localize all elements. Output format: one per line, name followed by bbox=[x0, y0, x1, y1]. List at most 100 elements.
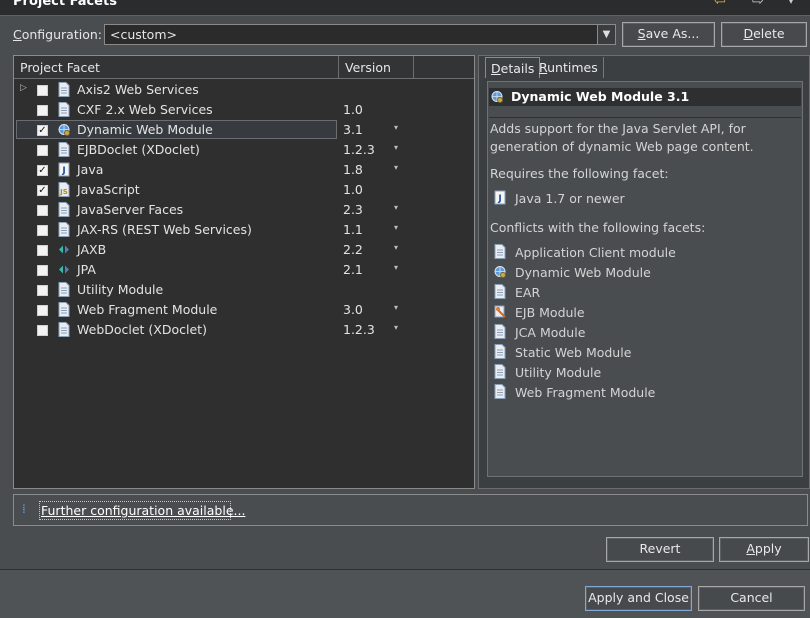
facet-version[interactable]: 2.1 bbox=[343, 262, 363, 277]
page-icon bbox=[58, 202, 70, 217]
facet-name: CXF 2.x Web Services bbox=[77, 102, 213, 117]
column-header-version[interactable]: Version bbox=[339, 56, 414, 79]
table-row[interactable]: JAXB 2.2 ▾ bbox=[14, 240, 474, 260]
detail-item-label: JCA Module bbox=[515, 325, 586, 340]
tab-details[interactable]: Details bbox=[485, 57, 541, 78]
facet-version[interactable]: 1.2.3 bbox=[343, 322, 375, 337]
divider bbox=[489, 117, 801, 118]
detail-item-label: Utility Module bbox=[515, 365, 602, 380]
facet-checkbox[interactable] bbox=[37, 285, 48, 296]
facet-checkbox[interactable] bbox=[37, 105, 48, 116]
facet-version[interactable]: 1.0 bbox=[343, 102, 363, 117]
facet-version[interactable]: 2.3 bbox=[343, 202, 363, 217]
configuration-label: Configuration: bbox=[13, 27, 102, 42]
details-heading: Dynamic Web Module 3.1 bbox=[489, 88, 801, 106]
facet-checkbox[interactable] bbox=[37, 225, 48, 236]
page-icon bbox=[58, 322, 70, 337]
description-line: Adds support for the Java Servlet API, f… bbox=[490, 121, 746, 136]
table-row[interactable]: ✓ JS JavaScript 1.0 bbox=[14, 180, 474, 200]
apply-and-close-button[interactable]: Apply and Close bbox=[585, 586, 692, 611]
table-row[interactable]: WebDoclet (XDoclet) 1.2.3 ▾ bbox=[14, 320, 474, 340]
facet-checkbox[interactable] bbox=[37, 145, 48, 156]
table-row[interactable]: ▷ Axis2 Web Services bbox=[14, 80, 474, 100]
page-icon bbox=[494, 364, 506, 379]
facet-checkbox[interactable] bbox=[37, 325, 48, 336]
ejb-icon bbox=[494, 305, 506, 318]
detail-item-label: EJB Module bbox=[515, 305, 585, 320]
version-dropdown-icon[interactable]: ▾ bbox=[394, 243, 398, 252]
facet-version[interactable]: 1.2.3 bbox=[343, 142, 375, 157]
configuration-value: <custom> bbox=[110, 27, 177, 42]
tab-runtimes[interactable]: Runtimes bbox=[534, 57, 604, 78]
facet-version[interactable]: 3.0 bbox=[343, 302, 363, 317]
column-header-facet[interactable]: Project Facet bbox=[14, 56, 339, 79]
facet-checkbox[interactable]: ✓ bbox=[37, 165, 48, 176]
facet-checkbox[interactable] bbox=[37, 245, 48, 256]
page-icon bbox=[494, 384, 506, 399]
chevron-down-icon[interactable]: ▼ bbox=[597, 25, 615, 44]
globe-gear-icon bbox=[58, 124, 70, 136]
version-dropdown-icon[interactable]: ▾ bbox=[394, 163, 398, 172]
svg-text:J: J bbox=[497, 194, 501, 204]
facet-checkbox[interactable] bbox=[37, 265, 48, 276]
facet-checkbox[interactable]: ✓ bbox=[37, 185, 48, 196]
version-dropdown-icon[interactable]: ▾ bbox=[394, 223, 398, 232]
facet-name: WebDoclet (XDoclet) bbox=[77, 322, 207, 337]
save-as-button[interactable]: Save As... bbox=[622, 22, 715, 47]
table-row[interactable]: Web Fragment Module 3.0 ▾ bbox=[14, 300, 474, 320]
table-row[interactable]: JAX-RS (REST Web Services) 1.1 ▾ bbox=[14, 220, 474, 240]
table-row[interactable]: ✓ J Java 1.8 ▾ bbox=[14, 160, 474, 180]
arrow-back-icon[interactable]: ⇦ bbox=[714, 0, 726, 9]
page-icon bbox=[58, 142, 70, 157]
revert-button[interactable]: Revert bbox=[606, 537, 714, 562]
version-dropdown-icon[interactable]: ▾ bbox=[394, 263, 398, 272]
facet-version[interactable]: 1.0 bbox=[343, 182, 363, 197]
facet-name: JAXB bbox=[77, 242, 107, 257]
apply-button[interactable]: Apply bbox=[719, 537, 809, 562]
version-dropdown-icon[interactable]: ▾ bbox=[394, 303, 398, 312]
facet-version[interactable]: 2.2 bbox=[343, 242, 363, 257]
detail-item-label: Application Client module bbox=[515, 245, 676, 260]
delete-button[interactable]: Delete bbox=[721, 22, 807, 47]
table-row[interactable]: JavaServer Faces 2.3 ▾ bbox=[14, 200, 474, 220]
page-icon bbox=[494, 284, 506, 299]
version-dropdown-icon[interactable]: ▾ bbox=[394, 143, 398, 152]
header-bar bbox=[0, 0, 810, 15]
detail-item-label: Dynamic Web Module bbox=[515, 265, 651, 280]
java-icon: J bbox=[494, 190, 506, 205]
facet-checkbox[interactable] bbox=[37, 205, 48, 216]
page-icon bbox=[494, 324, 506, 339]
description-line: generation of dynamic Web page content. bbox=[490, 139, 754, 154]
version-dropdown-icon[interactable]: ▾ bbox=[394, 323, 398, 332]
further-config-link[interactable]: Further configuration available... bbox=[41, 503, 245, 518]
details-content: Dynamic Web Module 3.1 Adds support for … bbox=[487, 81, 803, 477]
version-dropdown-icon[interactable]: ▾ bbox=[394, 123, 398, 132]
configuration-combo[interactable]: <custom> ▼ bbox=[104, 24, 616, 45]
version-dropdown-icon[interactable]: ▾ bbox=[394, 203, 398, 212]
table-row[interactable]: ✓ Dynamic Web Module 3.1 ▾ bbox=[14, 120, 474, 140]
facet-name: Web Fragment Module bbox=[77, 302, 218, 317]
table-row[interactable]: JPA 2.1 ▾ bbox=[14, 260, 474, 280]
facet-version[interactable]: 3.1 bbox=[343, 122, 363, 137]
jaxb-icon bbox=[59, 265, 69, 274]
view-menu-icon[interactable]: ▾ bbox=[788, 0, 794, 7]
arrow-forward-icon[interactable]: ⇨ bbox=[752, 0, 764, 9]
cancel-button[interactable]: Cancel bbox=[698, 586, 805, 611]
table-row[interactable]: Utility Module bbox=[14, 280, 474, 300]
facet-checkbox[interactable] bbox=[37, 85, 48, 96]
further-config-bar: ⁞ Further configuration available... bbox=[13, 494, 808, 526]
facet-checkbox[interactable]: ✓ bbox=[37, 125, 48, 136]
svg-text:J: J bbox=[61, 166, 65, 176]
svg-text:JS: JS bbox=[59, 188, 68, 196]
page-icon bbox=[58, 302, 70, 317]
facet-checkbox[interactable] bbox=[37, 305, 48, 316]
project-facets-table[interactable]: Project Facet Version ▷ Axis2 Web Service… bbox=[13, 55, 475, 489]
expand-triangle-icon[interactable]: ▷ bbox=[20, 83, 27, 93]
facet-version[interactable]: 1.1 bbox=[343, 222, 363, 237]
facet-name: JPA bbox=[77, 262, 96, 277]
table-row[interactable]: EJBDoclet (XDoclet) 1.2.3 ▾ bbox=[14, 140, 474, 160]
facet-version[interactable]: 1.8 bbox=[343, 162, 363, 177]
table-row[interactable]: CXF 2.x Web Services 1.0 bbox=[14, 100, 474, 120]
jaxb-icon bbox=[59, 245, 69, 254]
details-title: Dynamic Web Module 3.1 bbox=[511, 89, 690, 104]
